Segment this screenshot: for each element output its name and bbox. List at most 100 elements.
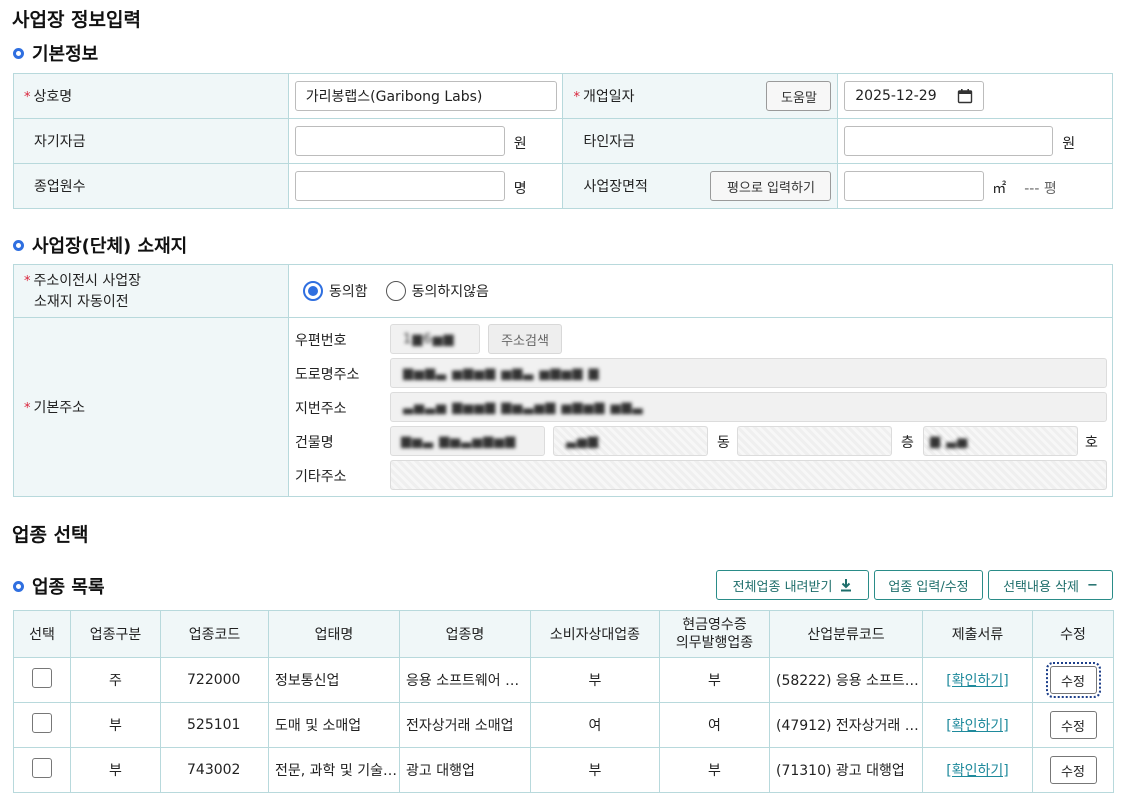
- edit-cell: 수정: [1032, 702, 1114, 748]
- download-all-button[interactable]: 전체업종 내려받기: [716, 570, 869, 600]
- industry-code-cell: (71310) 광고 대행업: [769, 747, 923, 793]
- table-row: 부 525101 도매 및 소매업 전자상거래 소매업 여 여 (47912) …: [13, 702, 1114, 748]
- address-label-cell: * 기본주소: [13, 317, 289, 497]
- industry-list-heading: 업종 목록: [13, 573, 105, 599]
- disagree-radio[interactable]: [385, 281, 406, 301]
- disagree-label[interactable]: 동의하지않음: [412, 281, 489, 301]
- dong-field: [737, 426, 892, 456]
- confirm-link[interactable]: [확인하기]: [946, 673, 1008, 689]
- floor-field: ▆ ▃▅: [923, 426, 1078, 456]
- person-unit: 명: [513, 181, 527, 197]
- own-funds-label-cell: 자기자금: [13, 118, 289, 164]
- location-heading: 사업장(단체) 소재지: [13, 232, 187, 258]
- employees-label: 종업원수: [34, 179, 86, 195]
- col-receipt-line1: 현금영수증: [682, 617, 747, 633]
- industry-list-title: 업종 목록: [32, 577, 105, 598]
- table-row: 부 743002 전문, 과학 및 기술 서비스업 광고 대행업 부 부 (71…: [13, 747, 1114, 793]
- name-cell: 전자상거래 소매업: [399, 702, 531, 748]
- basic-info-heading: 기본정보: [13, 40, 98, 66]
- col-edit: 수정: [1032, 610, 1114, 658]
- docs-cell: [확인하기]: [922, 747, 1033, 793]
- building-name-value: ▆▅▃ ▆▅▃▅▆▅▆: [401, 434, 517, 449]
- type-cell: 도매 및 소매업: [268, 702, 400, 748]
- dong-unit: 동: [717, 435, 730, 451]
- own-funds-input[interactable]: [294, 126, 505, 156]
- confirm-link[interactable]: [확인하기]: [946, 763, 1008, 779]
- won-unit: 원: [1062, 136, 1076, 152]
- consumer-cell: 부: [530, 747, 660, 793]
- auto-transfer-options-cell: 동의함 동의하지않음: [288, 264, 1113, 318]
- road-address-label: 도로명주소: [295, 367, 360, 383]
- required-mark: *: [24, 401, 31, 416]
- code-cell: 525101: [160, 702, 269, 748]
- open-date-label-cell: * 개업일자 도움말: [562, 73, 839, 119]
- edit-button[interactable]: 수정: [1045, 662, 1101, 698]
- auto-transfer-label-line2: 소재지 자동이전: [34, 293, 129, 310]
- other-funds-input[interactable]: [844, 126, 1054, 156]
- auto-transfer-label-cell: * 주소이전시 사업장 소재지 자동이전: [13, 264, 289, 318]
- receipt-cell: 부: [659, 747, 770, 793]
- category-cell: 부: [70, 702, 161, 748]
- open-date-label: 개업일자: [582, 89, 635, 105]
- col-receipt-line2: 의무발행업종: [675, 635, 754, 651]
- delete-selected-button[interactable]: 선택내용 삭제 −: [988, 570, 1113, 600]
- category-cell: 부: [70, 747, 161, 793]
- company-name-input[interactable]: 가리봉랩스(Garibong Labs): [294, 81, 557, 111]
- address-search-button[interactable]: 주소검색: [488, 324, 562, 354]
- bullet-circle-icon: [13, 239, 24, 251]
- row-checkbox[interactable]: [32, 758, 52, 778]
- area-cell: ㎡ --- 평: [837, 163, 1113, 209]
- calendar-icon[interactable]: [957, 88, 973, 104]
- area-input[interactable]: [844, 171, 985, 201]
- own-funds-cell: 원: [287, 118, 564, 164]
- edit-button[interactable]: 수정: [1049, 756, 1097, 784]
- required-mark: *: [24, 273, 31, 289]
- open-date-cell: 2025-12-29: [837, 73, 1113, 119]
- required-mark: *: [573, 90, 580, 105]
- page-title: 사업장 정보입력: [12, 9, 141, 31]
- open-date-input[interactable]: 2025-12-29: [844, 81, 985, 111]
- bullet-circle-icon: [13, 47, 24, 59]
- confirm-link[interactable]: [확인하기]: [946, 718, 1008, 734]
- open-date-value: 2025-12-29: [855, 88, 937, 104]
- pyeong-input-button[interactable]: 평으로 입력하기: [710, 171, 832, 201]
- industry-code-cell: (58222) 응용 소프트웨어 개발 및 공급업: [769, 657, 923, 703]
- employees-label-cell: 종업원수: [13, 163, 289, 209]
- postal-field: 1▆6▅▆: [390, 324, 480, 354]
- ho-unit: 호: [1085, 435, 1098, 451]
- docs-cell: [확인하기]: [922, 702, 1033, 748]
- jibun-address-label: 지번주소: [295, 401, 347, 417]
- basic-info-title: 기본정보: [32, 44, 99, 65]
- agree-radio[interactable]: [303, 281, 323, 301]
- won-unit: 원: [513, 136, 527, 152]
- select-cell: [13, 747, 71, 793]
- pyeong-display: --- 평: [1024, 181, 1057, 197]
- col-type: 업태명: [268, 610, 400, 658]
- building-label: 건물명: [295, 435, 334, 451]
- floor-unit: 층: [901, 435, 914, 451]
- col-code: 업종코드: [160, 610, 269, 658]
- edit-cell: 수정: [1032, 657, 1114, 703]
- select-cell: [13, 657, 71, 703]
- col-receipt: 현금영수증 의무발행업종: [659, 610, 770, 658]
- agree-label[interactable]: 동의함: [329, 281, 368, 301]
- industry-input-button[interactable]: 업종 입력/수정: [874, 570, 983, 600]
- employees-cell: 명: [287, 163, 564, 209]
- sqm-unit: ㎡: [992, 181, 1007, 197]
- col-name: 업종명: [399, 610, 531, 658]
- row-checkbox[interactable]: [32, 668, 52, 688]
- name-cell: 광고 대행업: [399, 747, 531, 793]
- other-funds-label: 타인자금: [583, 134, 636, 150]
- help-button[interactable]: 도움말: [766, 81, 832, 111]
- employees-input[interactable]: [294, 171, 505, 201]
- location-title: 사업장(단체) 소재지: [32, 236, 188, 257]
- company-name-cell: 가리봉랩스(Garibong Labs): [287, 73, 564, 119]
- building-sub-field: ▃▅▆: [553, 426, 708, 456]
- etc-address-field: [390, 460, 1107, 490]
- postal-value: 1▆6▅▆: [403, 332, 455, 347]
- jibun-address-value: ▃▅▃▅ ▆▅▅▆ ▆▅▃▅▆ ▅▆▅▆ ▅▆▃: [403, 400, 644, 415]
- etc-address-label: 기타주소: [295, 469, 347, 485]
- row-checkbox[interactable]: [32, 713, 52, 733]
- company-name-label-cell: * 상호명: [13, 73, 289, 119]
- edit-button[interactable]: 수정: [1049, 711, 1097, 739]
